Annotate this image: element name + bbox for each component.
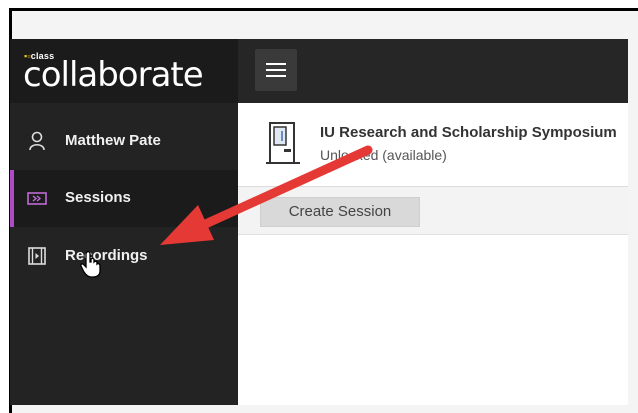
hamburger-line <box>266 69 286 71</box>
top-bar <box>238 39 628 103</box>
brand-name: collaborate <box>23 55 204 95</box>
brand-logo[interactable]: ▪▫class collaborate <box>10 39 238 103</box>
sidebar-item-label: Recordings <box>65 247 148 264</box>
sidebar-item-profile[interactable]: Matthew Pate <box>10 113 238 170</box>
hand-cursor-icon <box>80 250 101 278</box>
recordings-icon <box>28 247 46 265</box>
main-content: IU Research and Scholarship Symposium Un… <box>238 103 628 405</box>
session-list-item[interactable]: IU Research and Scholarship Symposium Un… <box>238 103 628 187</box>
session-status: Unlocked (available) <box>320 147 447 163</box>
sidebar: ▪▫class collaborate Matthew Pate Session… <box>10 39 238 405</box>
sidebar-item-sessions[interactable]: Sessions <box>10 170 238 227</box>
door-icon <box>266 122 300 164</box>
session-toolbar: Create Session <box>238 187 628 235</box>
sidebar-item-recordings[interactable]: Recordings <box>10 228 238 285</box>
sessions-icon <box>27 192 47 205</box>
hamburger-line <box>266 75 286 77</box>
hamburger-menu-button[interactable] <box>255 49 297 91</box>
user-icon <box>29 131 45 151</box>
sidebar-item-label: Sessions <box>65 189 131 206</box>
session-title[interactable]: IU Research and Scholarship Symposium <box>320 124 617 141</box>
hamburger-menu-icon <box>266 63 286 65</box>
create-session-button[interactable]: Create Session <box>260 197 420 227</box>
sidebar-item-label: Matthew Pate <box>65 132 161 149</box>
